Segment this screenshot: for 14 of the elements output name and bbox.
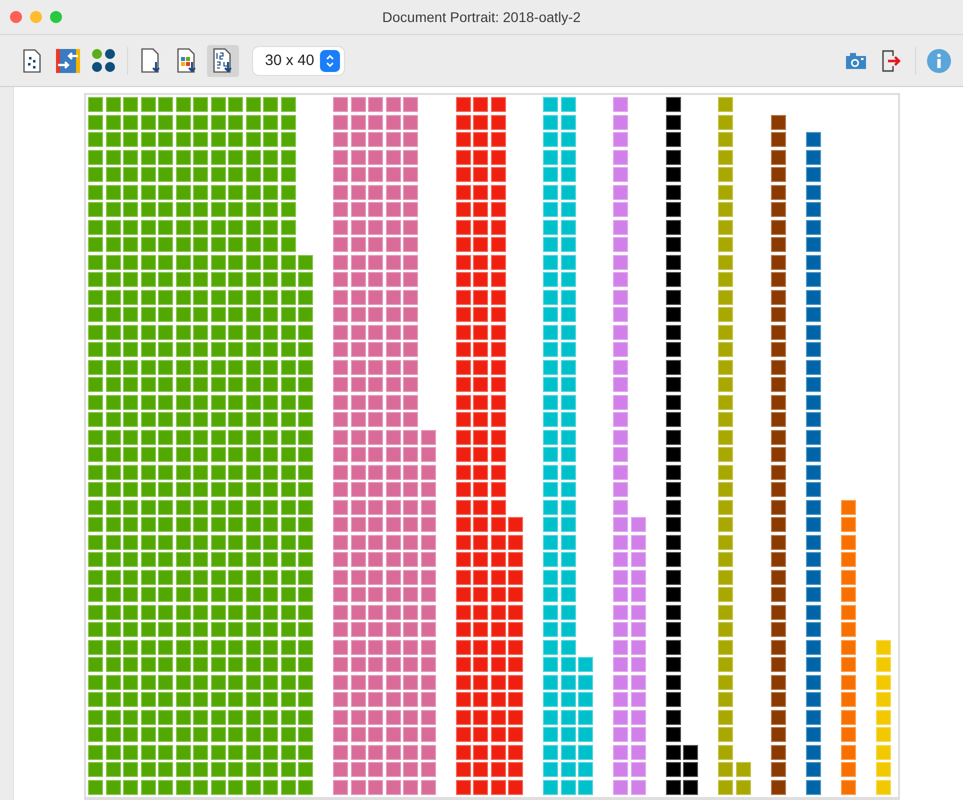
info-icon [927, 48, 951, 73]
four-circles-icon [91, 48, 117, 74]
grid-size-select[interactable]: 30 x 40 [253, 46, 344, 75]
document-dots-icon [22, 48, 42, 73]
numbered-document-icon [212, 48, 234, 74]
camera-icon [845, 52, 867, 70]
number-order-button[interactable] [207, 44, 239, 77]
swap-arrows-icon [55, 48, 81, 74]
exit-arrow-icon [881, 48, 903, 73]
close-button[interactable] [10, 11, 22, 24]
color-document-download-icon [176, 48, 198, 74]
stepper-chevrons-icon [325, 54, 336, 68]
window-title: Document Portrait: 2018-oatly-2 [382, 9, 581, 26]
document-download-icon [140, 48, 162, 74]
